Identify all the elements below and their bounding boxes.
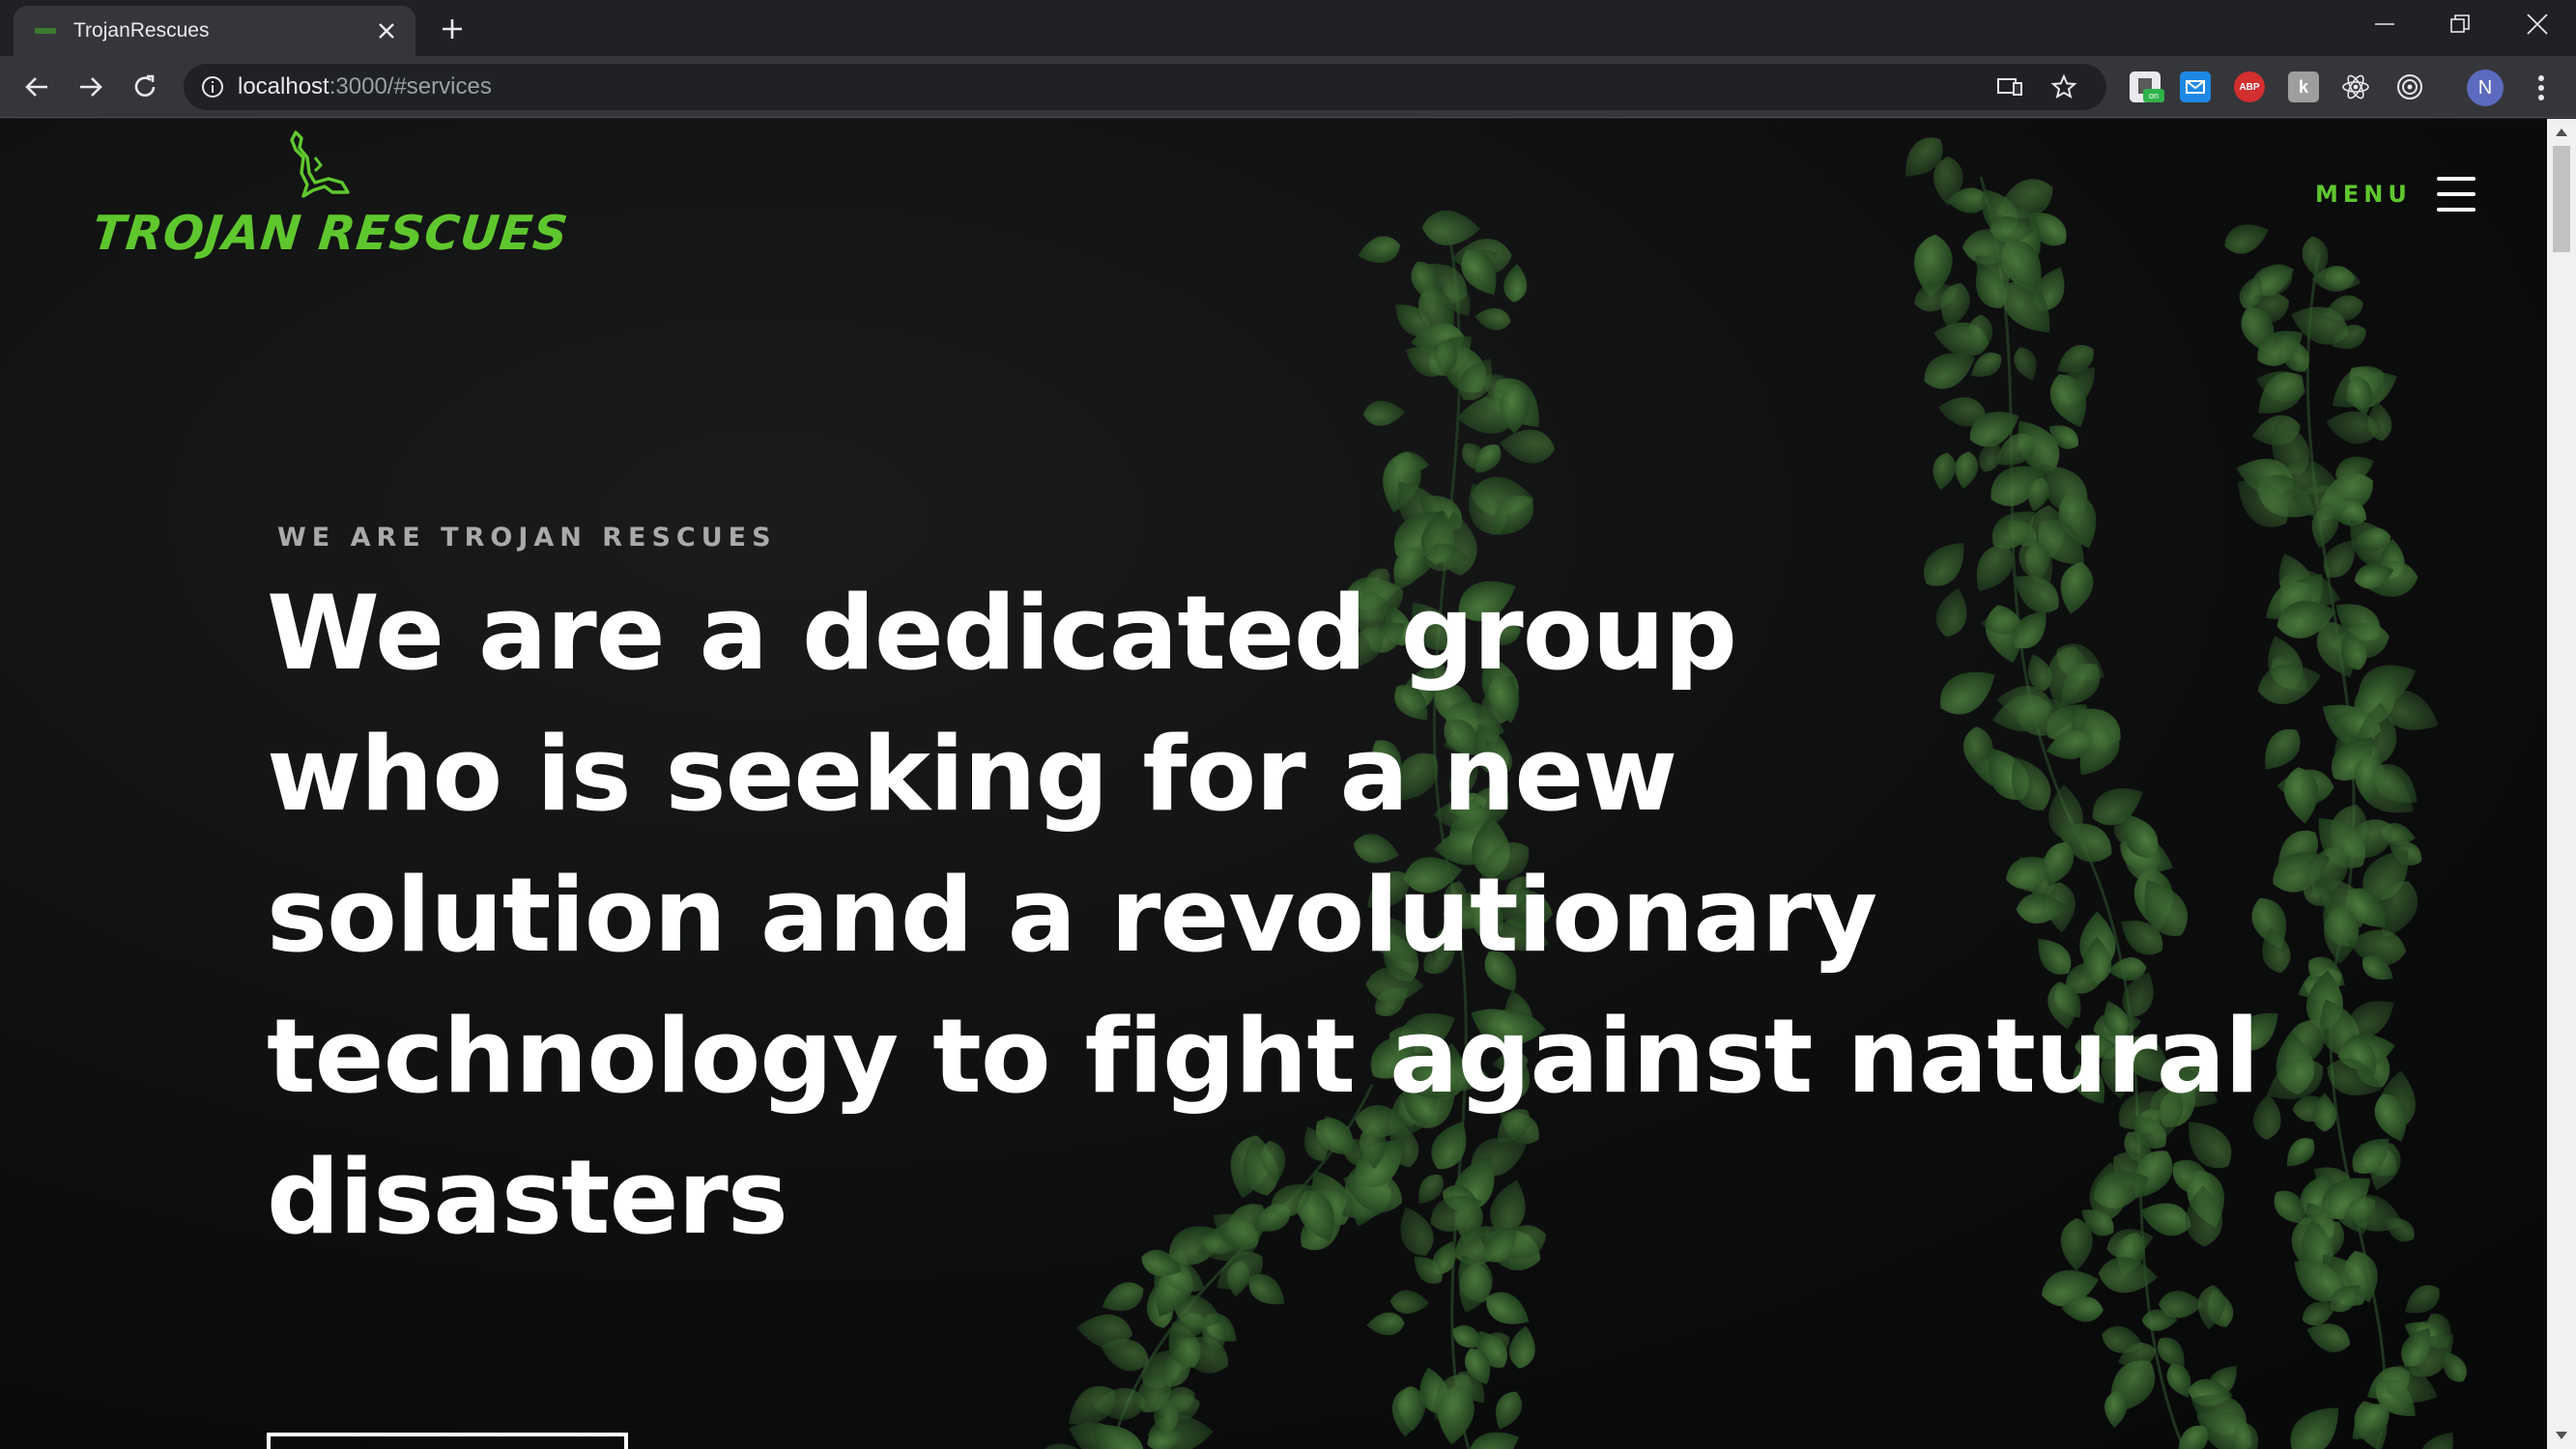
headline-line: solution and a revolutionary — [267, 856, 1877, 975]
scroll-up-icon[interactable] — [2547, 119, 2576, 146]
ivy-leaf — [1461, 1421, 1527, 1449]
ivy-leaf — [2412, 1423, 2465, 1449]
extension-badge: on — [2143, 89, 2164, 102]
scroll-down-icon[interactable] — [2547, 1422, 2576, 1449]
ivy-leaf — [2009, 343, 2044, 385]
ivy-leaf — [1506, 1323, 1539, 1371]
hero-eyebrow: WE ARE TROJAN RESCUES — [277, 523, 777, 553]
hero-cta-button[interactable] — [267, 1433, 628, 1449]
k-icon[interactable]: k — [2288, 71, 2319, 102]
menu-button[interactable]: MENU — [2315, 177, 2476, 212]
ivy-leaf — [1354, 232, 1404, 270]
page-scrollbar[interactable] — [2547, 119, 2576, 1449]
tab-close-icon[interactable] — [369, 14, 404, 48]
site-logo[interactable]: TROJAN RESCUES — [90, 128, 571, 283]
ivy-leaf — [1365, 1311, 1406, 1337]
browser-toolbar: localhost:3000/#services on ABP k N — [0, 56, 2576, 118]
ivy-leaf — [1952, 449, 1981, 491]
restore-icon[interactable] — [2421, 0, 2499, 48]
logo-text: TROJAN RESCUES — [90, 206, 572, 261]
headline-line: who is seeking for a new — [267, 715, 1677, 834]
react-icon[interactable] — [2340, 71, 2371, 102]
site-info-icon[interactable] — [201, 75, 224, 99]
forward-icon[interactable] — [70, 66, 112, 108]
ivy-leaf — [1473, 304, 1513, 333]
target-icon[interactable] — [2394, 71, 2425, 102]
minimize-icon[interactable] — [2346, 0, 2423, 48]
ivy-leaf — [2219, 216, 2274, 260]
ivy-leaf — [1497, 426, 1557, 466]
hero-headline: We are a dedicated group who is seeking … — [267, 563, 2260, 1268]
ivy-leaf — [1487, 1386, 1528, 1435]
favicon-icon — [35, 28, 56, 34]
kangaroo-logo-icon — [290, 130, 350, 198]
url-text: localhost:3000/#services — [238, 73, 492, 99]
new-tab-icon[interactable] — [433, 10, 472, 48]
pushbullet-icon[interactable]: on — [2130, 71, 2164, 102]
ivy-leaf — [1502, 263, 1530, 303]
browser-tab[interactable]: TrojanRescues — [14, 6, 415, 56]
adblock-icon[interactable]: ABP — [2234, 71, 2265, 102]
ivy-leaf — [1388, 1289, 1430, 1316]
ivy-leaf — [1421, 210, 1481, 247]
profile-avatar[interactable]: N — [2467, 70, 2504, 106]
cast-icon[interactable] — [1992, 70, 2027, 104]
scrollbar-thumb[interactable] — [2553, 146, 2570, 252]
ivy-leaf — [2278, 1131, 2322, 1175]
address-bar[interactable]: localhost:3000/#services — [184, 64, 2106, 110]
ivy-leaf — [1929, 450, 1960, 493]
ivy-leaf — [2279, 1394, 2353, 1449]
headline-line: We are a dedicated group — [267, 574, 1737, 693]
headline-line: disasters — [267, 1138, 788, 1257]
page-viewport: TROJAN RESCUES MENU WE ARE TROJAN RESCUE… — [0, 119, 2547, 1449]
ivy-leaf — [1362, 399, 1406, 427]
headline-line: technology to fight against natural — [267, 997, 2260, 1116]
more-menu-icon[interactable] — [2524, 70, 2559, 106]
reload-icon[interactable] — [124, 66, 166, 108]
mail-icon[interactable] — [2180, 71, 2211, 102]
tab-strip: TrojanRescues — [0, 0, 2576, 56]
back-icon[interactable] — [15, 66, 58, 108]
menu-label: MENU — [2315, 181, 2412, 208]
close-window-icon[interactable] — [2499, 0, 2576, 48]
hamburger-icon[interactable] — [2436, 177, 2476, 212]
bookmark-star-icon[interactable] — [2046, 70, 2081, 104]
ivy-leaf — [1096, 1276, 1150, 1320]
tab-title: TrojanRescues — [73, 19, 210, 42]
